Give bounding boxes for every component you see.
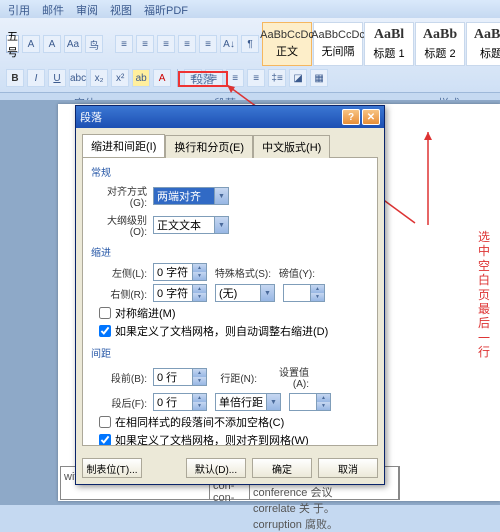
at-spinner[interactable]: ▲▼ [289, 393, 331, 411]
paragraph-dialog: 段落 ? ✕ 缩进和间距(I) 换行和分页(E) 中文版式(H) 常规 对齐方式… [75, 105, 385, 485]
snapgrid-checkbox[interactable]: 如果定义了文档网格，则对齐到网格(W) [99, 432, 369, 446]
style-gallery: AaBbCcDc正文 AaBbCcDc无间隔 AaBl标题 1 AaBb标题 2… [262, 22, 500, 66]
ribbon: 五号 A A Aa 鸟 ≡ ≡ ≡ ≡ ≡ A↓ ¶ AaBbCcDc正文 Aa… [0, 18, 500, 93]
ribbon-tab[interactable]: 引用 [8, 2, 30, 16]
section-spacing: 间距 [91, 345, 369, 360]
align-center-button[interactable]: ≡ [205, 69, 223, 87]
at-label: 设置值(A): [263, 364, 311, 390]
borders-button[interactable]: ▦ [310, 69, 328, 87]
special-label: 特殊格式(S): [211, 265, 273, 280]
ribbon-tab[interactable]: 福昕PDF [144, 2, 188, 16]
outline-combo[interactable]: 正文文本▼ [153, 216, 229, 234]
ok-button[interactable]: 确定 [252, 458, 312, 478]
nospace-checkbox[interactable]: 在相同样式的段落间不添加空格(C) [99, 414, 369, 430]
highlight-button[interactable]: ab [132, 69, 150, 87]
tabstops-button[interactable]: 制表位(T)... [82, 458, 142, 478]
tab-line-break[interactable]: 换行和分页(E) [165, 135, 253, 158]
grow-font-button[interactable]: A [22, 35, 40, 53]
outline-label: 大纲级别(O): [91, 212, 149, 238]
strike-button[interactable]: abc [69, 69, 87, 87]
ribbon-tab-strip: 引用 邮件 审阅 视图 福昕PDF [0, 0, 500, 18]
cancel-button[interactable]: 取消 [318, 458, 378, 478]
subscript-button[interactable]: x₂ [90, 69, 108, 87]
show-marks-button[interactable]: ¶ [241, 35, 259, 53]
watermark: Baidu 经验 jingyan.baidu.com [424, 472, 494, 499]
style-heading2[interactable]: AaBb标题 2 [415, 22, 465, 66]
dialog-title: 段落 [80, 109, 102, 125]
before-spinner[interactable]: 0 行▲▼ [153, 368, 207, 386]
tab-asian[interactable]: 中文版式(H) [253, 135, 330, 158]
shrink-font-button[interactable]: A [43, 35, 61, 53]
font-color-button[interactable]: A [153, 69, 171, 87]
help-button[interactable]: ? [342, 109, 360, 125]
align-justify-button[interactable]: ≡ [247, 69, 265, 87]
before-label: 段前(B): [91, 370, 149, 385]
special-combo[interactable]: (无)▼ [215, 284, 275, 302]
dialog-titlebar[interactable]: 段落 ? ✕ [76, 106, 384, 128]
change-case-button[interactable]: Aa [64, 35, 82, 53]
style-heading1[interactable]: AaBl标题 1 [364, 22, 414, 66]
by-spinner[interactable]: ▲▼ [283, 284, 325, 302]
numbering-button[interactable]: ≡ [136, 35, 154, 53]
align-label: 对齐方式(G): [91, 183, 149, 209]
align-combo[interactable]: 两端对齐▼ [153, 187, 229, 205]
sort-button[interactable]: A↓ [220, 35, 238, 53]
indent-dec-button[interactable]: ≡ [178, 35, 196, 53]
ribbon-tab[interactable]: 视图 [110, 2, 132, 16]
dialog-body: 常规 对齐方式(G): 两端对齐▼ 大纲级别(O): 正文文本▼ 缩进 左侧(L… [82, 157, 378, 446]
linesp-combo[interactable]: 单倍行距▼ [215, 393, 281, 411]
underline-button[interactable]: U [48, 69, 66, 87]
linesp-label: 行距(N): [211, 370, 259, 385]
shading-button[interactable]: ◪ [289, 69, 307, 87]
dialog-button-row: 制表位(T)... 默认(D)... 确定 取消 [76, 452, 384, 484]
section-general: 常规 [91, 164, 369, 179]
style-normal[interactable]: AaBbCcDc正文 [262, 22, 312, 66]
annotation-text: 选中空白页最后一行 [478, 230, 492, 360]
default-button[interactable]: 默认(D)... [186, 458, 246, 478]
italic-button[interactable]: I [27, 69, 45, 87]
by-label: 磅值(Y): [277, 265, 317, 280]
bold-button[interactable]: B [6, 69, 24, 87]
style-nospacing[interactable]: AaBbCcDc无间隔 [313, 22, 363, 66]
right-indent-spinner[interactable]: 0 字符▲▼ [153, 284, 207, 302]
superscript-button[interactable]: x² [111, 69, 129, 87]
dialog-tabs: 缩进和间距(I) 换行和分页(E) 中文版式(H) [76, 128, 384, 157]
left-indent-label: 左侧(L): [91, 265, 149, 280]
align-left-button[interactable]: ≡ [184, 69, 202, 87]
close-button[interactable]: ✕ [362, 109, 380, 125]
right-indent-label: 右侧(R): [91, 286, 149, 301]
section-indent: 缩进 [91, 244, 369, 259]
multilevel-button[interactable]: ≡ [157, 35, 175, 53]
mirror-indent-checkbox[interactable]: 对称缩进(M) [99, 305, 369, 321]
clear-format-button[interactable]: 鸟 [85, 35, 103, 53]
bullets-button[interactable]: ≡ [115, 35, 133, 53]
style-title[interactable]: AaBb标题 [466, 22, 500, 66]
after-label: 段后(F): [91, 395, 149, 410]
font-size-combo[interactable]: 五号 [6, 35, 19, 53]
left-indent-spinner[interactable]: 0 字符▲▼ [153, 263, 207, 281]
ribbon-tab[interactable]: 审阅 [76, 2, 98, 16]
align-right-button[interactable]: ≡ [226, 69, 244, 87]
indent-inc-button[interactable]: ≡ [199, 35, 217, 53]
auto-grid-checkbox[interactable]: 如果定义了文档网格，则自动调整右缩进(D) [99, 323, 369, 339]
after-spinner[interactable]: 0 行▲▼ [153, 393, 207, 411]
ribbon-tab[interactable]: 邮件 [42, 2, 64, 16]
line-spacing-button[interactable]: ‡≡ [268, 69, 286, 87]
tab-indent-spacing[interactable]: 缩进和间距(I) [82, 134, 165, 157]
